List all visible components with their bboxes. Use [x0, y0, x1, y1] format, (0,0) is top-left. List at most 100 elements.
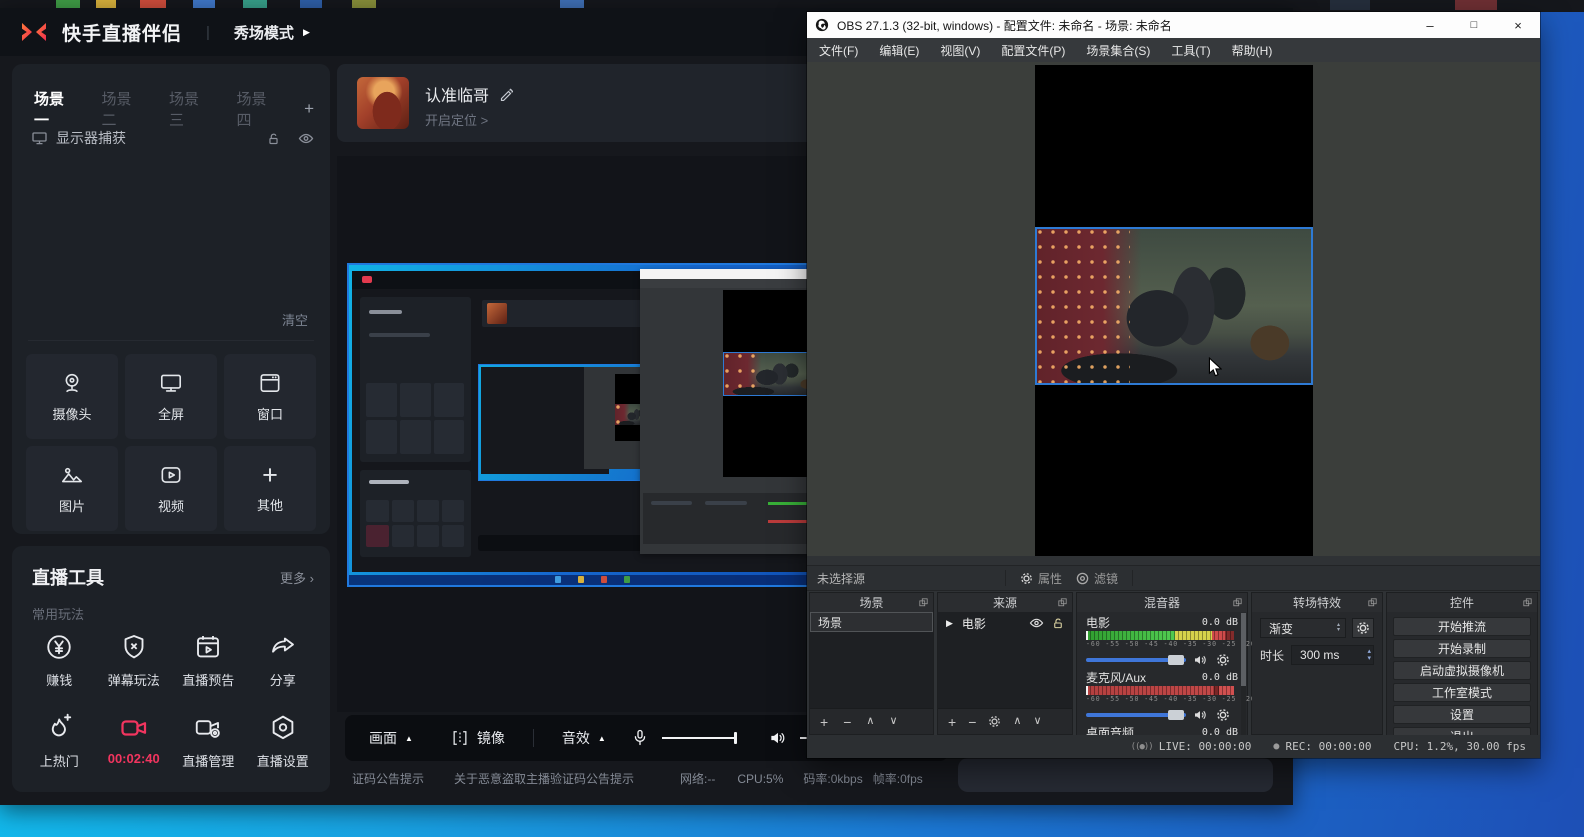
- popout-icon[interactable]: [1233, 598, 1242, 607]
- scenes-panel: 场景一 场景二 场景三 场景四 + 显示器捕获: [12, 64, 330, 534]
- start-streaming-button[interactable]: 开始推流: [1393, 617, 1531, 636]
- settings-button[interactable]: 设置: [1393, 705, 1531, 724]
- captcha-notice[interactable]: 证码公告提示: [352, 770, 424, 787]
- filters-button[interactable]: 滤镜: [1076, 570, 1118, 587]
- microphone-icon[interactable]: [630, 728, 650, 748]
- scene-up-button[interactable]: ∧: [866, 716, 874, 727]
- transitions-dock-title: 转场特效: [1293, 594, 1341, 611]
- obs-canvas[interactable]: [1035, 65, 1313, 556]
- scenes-toolbar: + − ∧ ∨: [810, 708, 933, 734]
- tool-live-manage[interactable]: 直播管理: [171, 713, 246, 770]
- add-scene-button[interactable]: +: [820, 715, 828, 729]
- start-recording-button[interactable]: 开始录制: [1393, 639, 1531, 658]
- yen-circle-icon: [44, 632, 74, 662]
- flame-plus-icon: [44, 713, 74, 743]
- tool-share[interactable]: 分享: [246, 632, 321, 689]
- menu-edit[interactable]: 编辑(E): [879, 42, 919, 59]
- popout-icon[interactable]: [919, 598, 928, 607]
- visibility-eye-icon[interactable]: [1029, 617, 1044, 629]
- add-source-camera[interactable]: 摄像头: [26, 354, 118, 439]
- audio-menu-button[interactable]: 音效: [562, 728, 590, 748]
- properties-button[interactable]: 属性: [1020, 570, 1062, 587]
- menu-view[interactable]: 视图(V): [940, 42, 980, 59]
- remove-scene-button[interactable]: −: [843, 715, 851, 729]
- start-virtual-camera-button[interactable]: 启动虚拟摄像机: [1393, 661, 1531, 680]
- minimize-button[interactable]: –: [1408, 12, 1452, 38]
- filter-icon: [1076, 572, 1089, 585]
- movie-source-selected[interactable]: [1035, 227, 1313, 385]
- audio-menu-caret[interactable]: ▲: [598, 734, 606, 743]
- add-source-label: 其他: [257, 495, 283, 514]
- security-notice[interactable]: 关于恶意盗取主播验证码公告提示: [454, 770, 634, 787]
- scene-tab-1[interactable]: 场景一: [34, 88, 77, 130]
- more-tools-link[interactable]: 更多 ›: [280, 568, 314, 587]
- speaker-icon[interactable]: [1193, 653, 1209, 667]
- scene-tab-3[interactable]: 场景三: [169, 88, 212, 130]
- add-source-other[interactable]: + 其他: [224, 446, 316, 531]
- volume-slider-mic[interactable]: [1086, 713, 1186, 717]
- transition-select[interactable]: 渐变 ▴▾: [1260, 618, 1346, 638]
- mode-switcher[interactable]: 秀场模式: [234, 22, 294, 43]
- menu-help[interactable]: 帮助(H): [1232, 42, 1273, 59]
- source-row-display-capture[interactable]: 显示器捕获: [32, 128, 314, 148]
- scene-down-button[interactable]: ∨: [889, 716, 897, 727]
- menu-scene-collection[interactable]: 场景集合(S): [1086, 42, 1150, 59]
- menu-file[interactable]: 文件(F): [819, 42, 858, 59]
- lock-open-icon[interactable]: [1052, 617, 1064, 629]
- duration-spinbox[interactable]: 300 ms ▴▾: [1291, 645, 1374, 665]
- avatar[interactable]: [357, 77, 409, 129]
- tool-earn-money[interactable]: 赚钱: [22, 632, 97, 689]
- transition-gear-button[interactable]: [1352, 618, 1374, 638]
- tool-danmaku[interactable]: 弹幕玩法: [97, 632, 172, 689]
- lock-open-icon[interactable]: [267, 132, 280, 145]
- volume-slider-movie[interactable]: [1086, 658, 1186, 662]
- source-down-button[interactable]: ∨: [1033, 716, 1041, 727]
- add-source-window[interactable]: 窗口: [224, 354, 316, 439]
- mirror-icon[interactable]: [451, 729, 469, 747]
- menu-profile[interactable]: 配置文件(P): [1001, 42, 1065, 59]
- mic-volume-slider[interactable]: [662, 737, 736, 739]
- tool-live-preview[interactable]: 直播预告: [171, 632, 246, 689]
- scene-tab-2[interactable]: 场景二: [102, 88, 145, 130]
- channel-gear-icon[interactable]: [1216, 653, 1230, 667]
- add-source-fullscreen[interactable]: 全屏: [125, 354, 217, 439]
- add-source-button[interactable]: +: [948, 715, 956, 729]
- popout-icon[interactable]: [1058, 598, 1067, 607]
- live-manage-icon: [193, 713, 223, 743]
- eye-icon[interactable]: [298, 132, 314, 145]
- bitrate-status: 码率:0kbps: [803, 770, 862, 787]
- speaker-icon[interactable]: [768, 728, 788, 748]
- close-button[interactable]: ×: [1496, 12, 1540, 38]
- channel-gear-icon[interactable]: [1216, 708, 1230, 722]
- mode-expand-icon[interactable]: ▶: [303, 27, 310, 38]
- source-up-button[interactable]: ∧: [1013, 716, 1021, 727]
- scene-list-item[interactable]: 场景: [810, 612, 933, 632]
- add-source-image[interactable]: 图片: [26, 446, 118, 531]
- menu-tools[interactable]: 工具(T): [1171, 42, 1210, 59]
- scene-tab-4[interactable]: 场景四: [237, 88, 280, 130]
- tool-live-timer[interactable]: 00:02:40: [97, 713, 172, 770]
- clear-sources-link[interactable]: 清空: [282, 310, 308, 329]
- source-properties-gear-icon[interactable]: [988, 715, 1001, 728]
- popout-icon[interactable]: [1368, 598, 1377, 607]
- edit-pencil-icon[interactable]: [499, 87, 513, 101]
- screen-menu-button[interactable]: 画面: [369, 728, 397, 748]
- add-scene-button[interactable]: +: [304, 99, 314, 119]
- obs-preview-area[interactable]: [807, 62, 1540, 556]
- studio-mode-button[interactable]: 工作室模式: [1393, 683, 1531, 702]
- popout-icon[interactable]: [1523, 598, 1532, 607]
- mirror-button[interactable]: 镜像: [477, 728, 505, 748]
- tool-live-settings[interactable]: 直播设置: [246, 713, 321, 770]
- source-name: 显示器捕获: [56, 128, 126, 148]
- add-source-video[interactable]: 视频: [125, 446, 217, 531]
- maximize-button[interactable]: □: [1452, 12, 1496, 38]
- speaker-icon[interactable]: [1193, 708, 1209, 722]
- source-list-item[interactable]: ▶ 电影: [938, 612, 1072, 634]
- remove-source-button[interactable]: −: [968, 715, 976, 729]
- mixer-scrollbar[interactable]: [1241, 613, 1246, 739]
- mouse-cursor: [1208, 357, 1222, 377]
- enable-location-link[interactable]: 开启定位 >: [425, 110, 488, 129]
- screen-menu-caret[interactable]: ▲: [405, 734, 413, 743]
- tool-trending[interactable]: 上热门: [22, 713, 97, 770]
- obs-title-bar[interactable]: OBS 27.1.3 (32-bit, windows) - 配置文件: 未命名…: [807, 12, 1540, 38]
